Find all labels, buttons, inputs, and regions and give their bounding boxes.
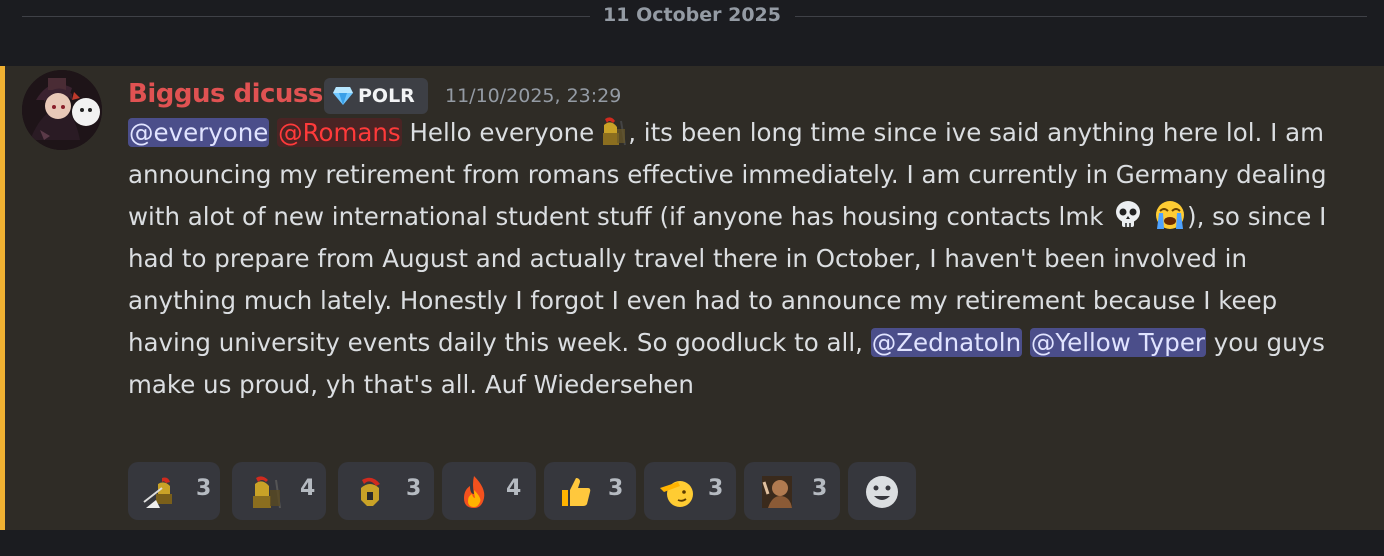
saluting-face-icon: [660, 481, 693, 507]
gem-icon: [333, 87, 353, 105]
reaction-thumbs-up[interactable]: 3: [544, 462, 636, 520]
reaction-roman-soldier-spear[interactable]: 3: [128, 462, 220, 520]
reaction-fire[interactable]: 4: [442, 462, 536, 520]
mention-yellow-typer[interactable]: @Yellow Typer: [1029, 328, 1206, 357]
reaction-count: 4: [506, 476, 522, 501]
roman-soldier-spear-icon: [143, 477, 172, 508]
fire-icon: [464, 476, 485, 508]
reaction-saluting-face[interactable]: 3: [644, 462, 736, 520]
mention-zednatoln[interactable]: @Zednatoln: [870, 328, 1023, 357]
message[interactable]: Biggus dicuss POLR 11/10/2025, 23:29 @ev…: [0, 66, 1384, 530]
reaction-count: 3: [196, 476, 212, 501]
roman-helmet-icon: [361, 477, 380, 506]
mention-romans[interactable]: @Romans: [277, 118, 402, 147]
add-reaction-button[interactable]: [848, 462, 916, 520]
message-content: @everyone @Romans Hello everyone , its b…: [128, 112, 1348, 406]
reaction-roman-soldier-shield[interactable]: 4: [232, 462, 326, 520]
message-text-part1: Hello everyone: [401, 118, 595, 147]
role-tag-label: POLR: [358, 85, 415, 107]
reaction-count: 4: [300, 476, 316, 501]
add-reaction-smiley-icon: [866, 476, 898, 508]
custom-portrait-icon: [762, 476, 792, 508]
chat-bottom-area: [0, 530, 1384, 556]
reaction-count: 3: [708, 476, 724, 501]
divider-line-right: [795, 16, 1367, 17]
divider-date: 11 October 2025: [603, 4, 781, 26]
reaction-count: 3: [608, 476, 624, 501]
mention-everyone[interactable]: @everyone: [128, 118, 270, 147]
timestamp[interactable]: 11/10/2025, 23:29: [445, 85, 621, 107]
reaction-count: 3: [812, 476, 828, 501]
reaction-custom-portrait[interactable]: 3: [744, 462, 840, 520]
avatar[interactable]: [22, 70, 102, 150]
thumbs-up-icon: [562, 478, 591, 506]
author-name[interactable]: Biggus dicuss: [128, 79, 323, 109]
role-tag[interactable]: POLR: [324, 78, 428, 114]
skull-icon: [1116, 201, 1141, 227]
reaction-count: 3: [406, 476, 422, 501]
loudly-crying-face-icon: [1156, 201, 1185, 229]
date-divider: 11 October 2025: [0, 0, 1384, 34]
reaction-roman-helmet[interactable]: 3: [338, 462, 434, 520]
mention-highlight-bar: [0, 66, 5, 530]
roman-soldier-shield-icon: [253, 476, 281, 509]
roman-soldier-icon: [603, 117, 627, 146]
